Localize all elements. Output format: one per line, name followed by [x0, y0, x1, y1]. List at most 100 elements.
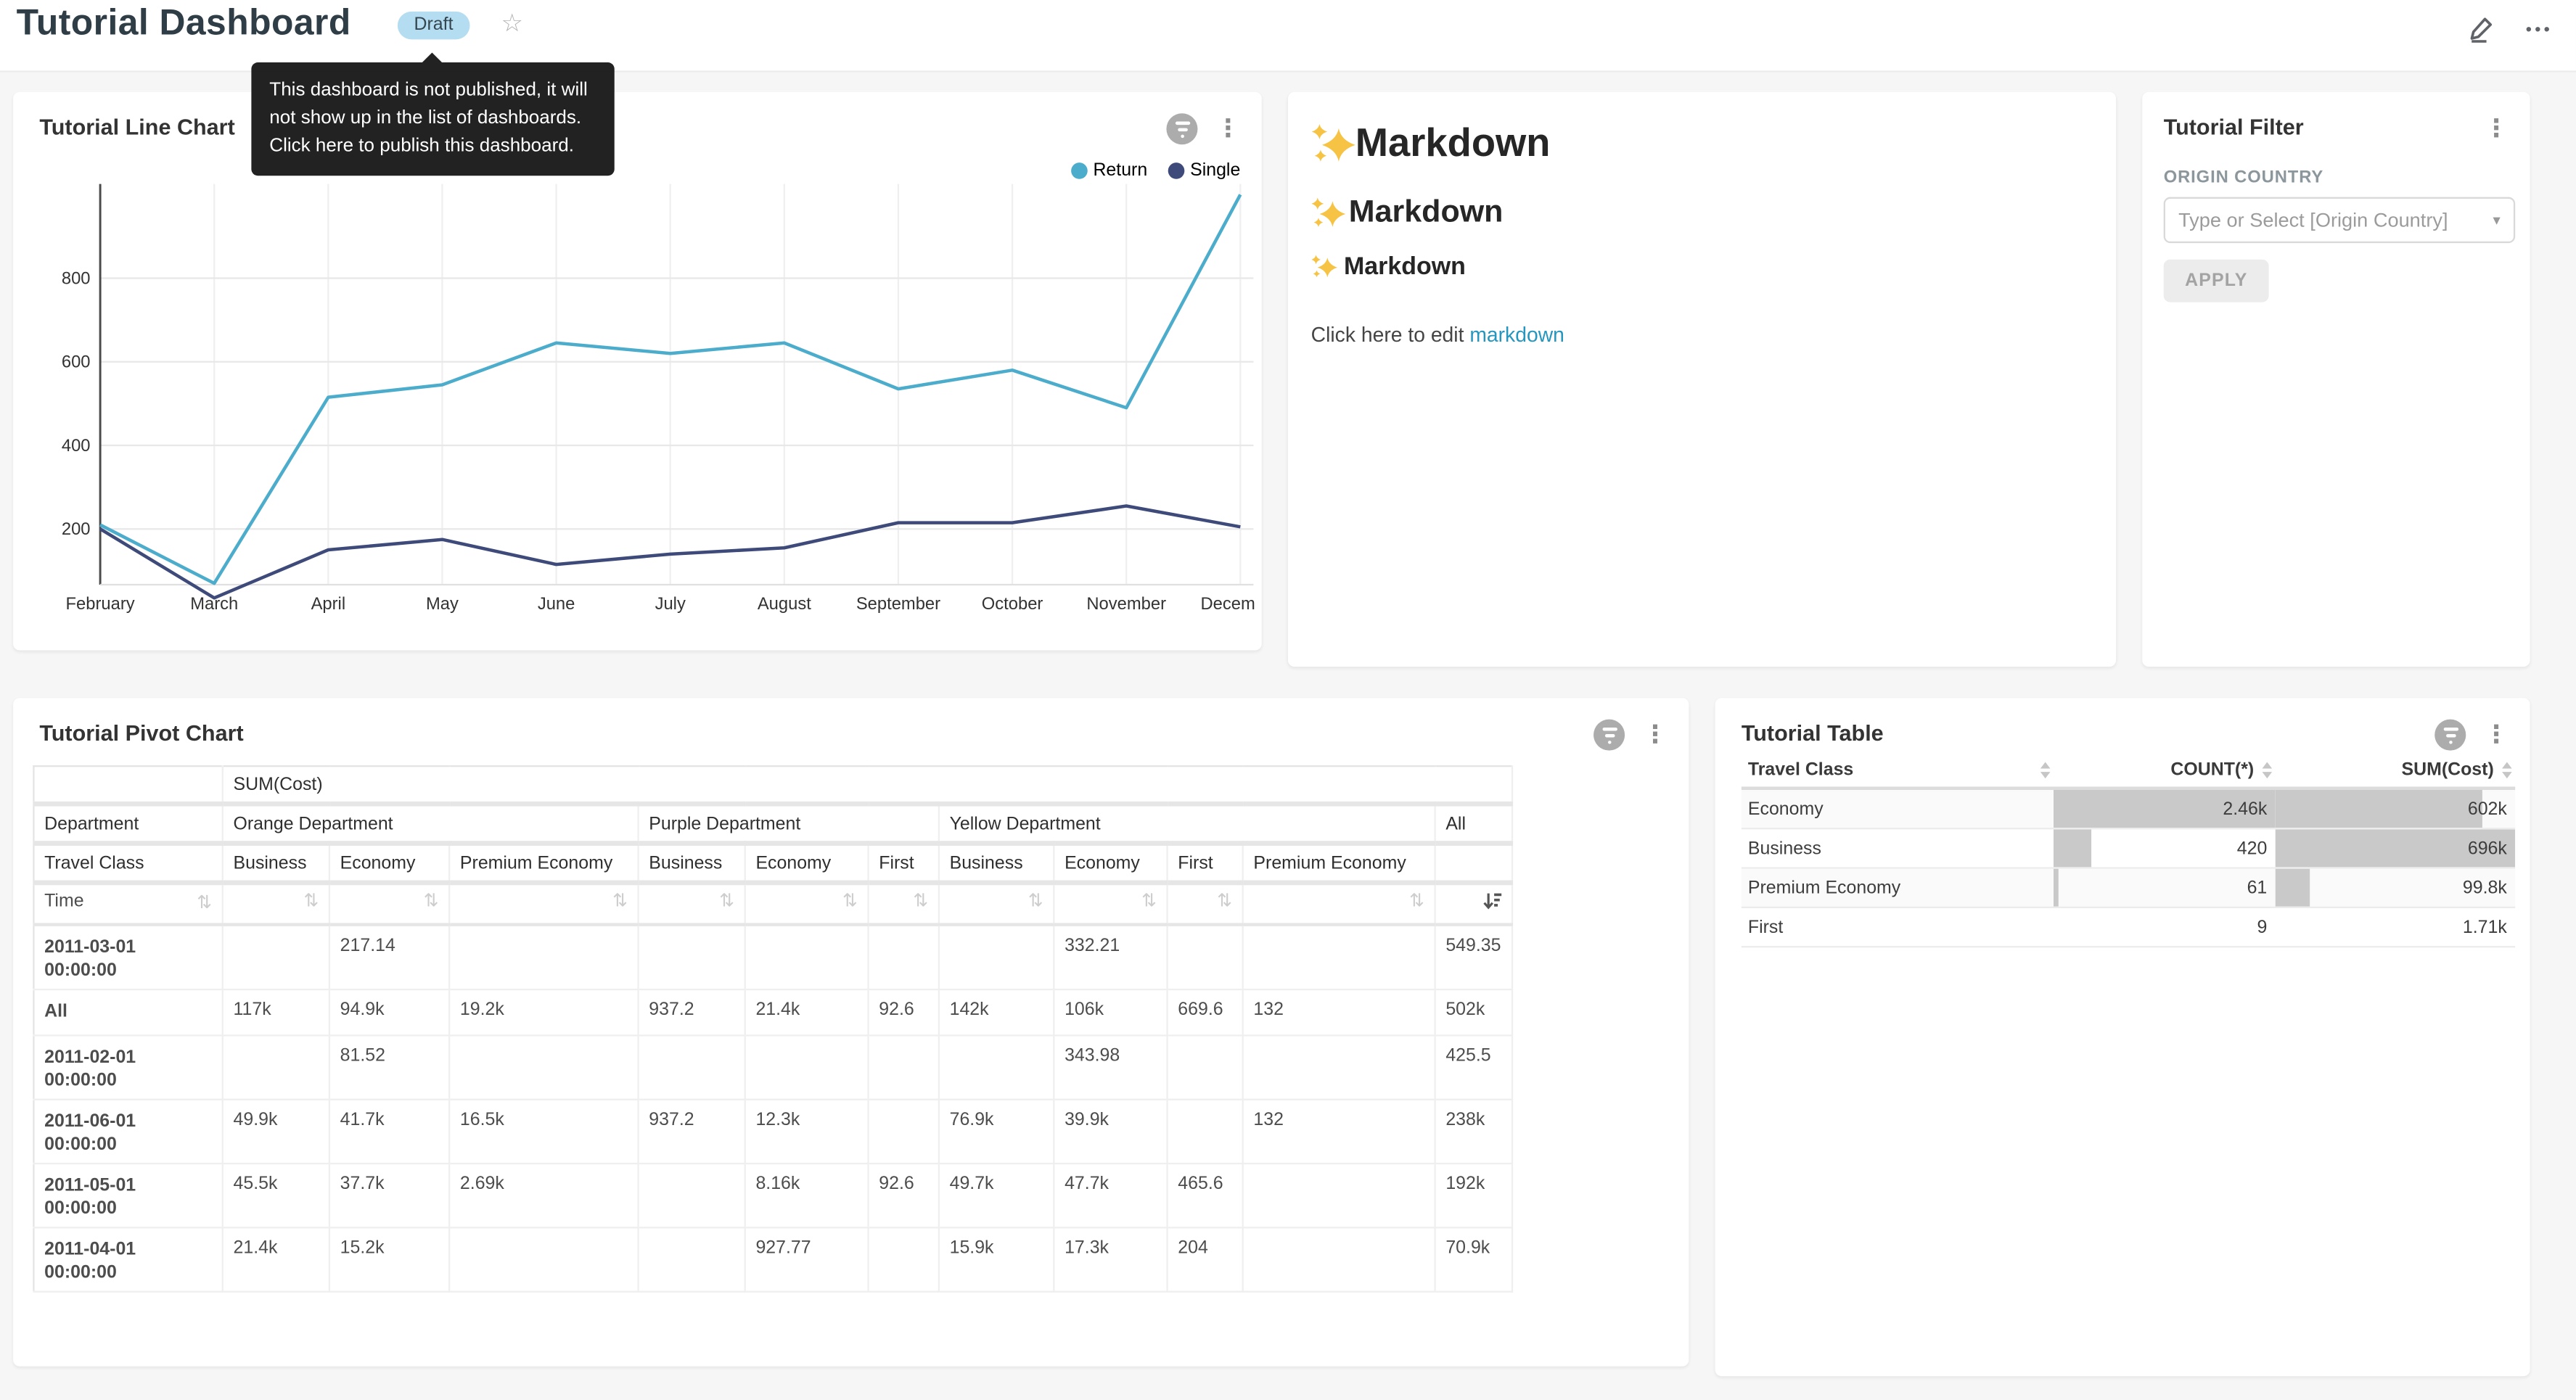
sort-caret-icon[interactable]: [2040, 762, 2051, 778]
line-chart-card-actions: [1166, 113, 1240, 144]
apply-button[interactable]: APPLY: [2164, 260, 2269, 302]
pivot-column-header: Economy: [1054, 844, 1167, 883]
sort-toggle-icon[interactable]: [612, 892, 628, 910]
value-bar: [2276, 790, 2483, 828]
chart-menu-icon[interactable]: [1643, 720, 1668, 751]
pivot-sort-cell: [1054, 883, 1167, 925]
pivot-table-grid: SUM(Cost)DepartmentOrange DepartmentPurp…: [33, 765, 1512, 1293]
chart-menu-icon[interactable]: [2484, 720, 2509, 751]
filter-card: Tutorial Filter ORIGIN COUNTRY Type or S…: [2142, 92, 2530, 667]
sort-toggle-icon[interactable]: [424, 892, 439, 910]
count-cell: 9: [2054, 908, 2276, 946]
origin-country-select[interactable]: Type or Select [Origin Country]: [2164, 197, 2515, 243]
pivot-value-cell: 39.9k: [1054, 1100, 1167, 1164]
more-menu-icon[interactable]: [2526, 7, 2553, 51]
column-header-travel-class[interactable]: Travel Class: [1742, 760, 2054, 780]
sort-descending-icon[interactable]: [1483, 892, 1501, 916]
pivot-sort-cell: [939, 883, 1054, 925]
pivot-card-actions: [1593, 720, 1668, 751]
origin-country-label: ORIGIN COUNTRY: [2164, 168, 2323, 187]
pivot-value-cell: [639, 1227, 745, 1291]
pivot-value-cell: 937.2: [639, 1100, 745, 1164]
y-axis-tick: 600: [62, 353, 91, 372]
table-row: Business420696k: [1742, 829, 2515, 868]
sort-toggle-icon[interactable]: [1217, 892, 1232, 910]
pivot-value-cell: 15.2k: [329, 1227, 449, 1291]
pivot-value-cell: 49.9k: [223, 1100, 329, 1164]
pivot-row-label: All: [33, 989, 222, 1035]
pivot-value-cell: 132: [1243, 989, 1435, 1035]
sort-toggle-icon[interactable]: [842, 892, 858, 910]
pivot-value-cell: [639, 1035, 745, 1099]
status-badge[interactable]: Draft: [398, 12, 469, 39]
pivot-value-cell: 502k: [1435, 989, 1512, 1035]
sort-toggle-icon[interactable]: [1409, 892, 1424, 910]
sort-toggle-icon[interactable]: [1141, 892, 1157, 910]
x-axis-label: November: [1086, 594, 1166, 614]
table-row: Premium Economy6199.8k: [1742, 869, 2515, 908]
pivot-value-cell: 927.77: [745, 1227, 869, 1291]
pivot-data-row: All117k94.9k19.2k937.221.4k92.6142k106k6…: [33, 989, 1511, 1035]
x-axis-label: April: [311, 594, 346, 614]
pivot-value-cell: 425.5: [1435, 1035, 1512, 1099]
sort-toggle-icon[interactable]: [303, 892, 319, 910]
pivot-row-label: 2011-04-01 00:00:00: [33, 1227, 222, 1291]
pivot-value-cell: 117k: [223, 989, 329, 1035]
pivot-value-cell: [1243, 1035, 1435, 1099]
pivot-column-header: Business: [639, 844, 745, 883]
table-header-row: Travel ClassCOUNT(*)SUM(Cost): [1742, 754, 2515, 790]
sort-toggle-icon[interactable]: [1028, 892, 1043, 910]
sort-toggle-icon[interactable]: [719, 892, 734, 910]
table-card-actions: [2435, 720, 2509, 751]
pivot-value-cell: 669.6: [1168, 989, 1243, 1035]
publish-tooltip[interactable]: This dashboard is not published, it will…: [251, 62, 614, 176]
filter-indicator-icon[interactable]: [1593, 720, 1625, 751]
pivot-table: SUM(Cost)DepartmentOrange DepartmentPurp…: [33, 765, 1512, 1293]
column-header-sum-cost[interactable]: SUM(Cost): [2276, 760, 2516, 780]
value-bar: [2054, 829, 2091, 867]
x-axis-label: August: [758, 594, 811, 614]
pivot-group-header: All: [1435, 804, 1512, 843]
filter-indicator-icon[interactable]: [2435, 720, 2466, 751]
pivot-row-label: 2011-02-01 00:00:00: [33, 1035, 222, 1099]
pivot-value-cell: [745, 1035, 869, 1099]
pivot-value-cell: 16.5k: [449, 1100, 638, 1164]
pivot-value-cell: [1168, 1100, 1243, 1164]
legend-dot: [1169, 162, 1186, 179]
column-header-count[interactable]: COUNT(*): [2054, 760, 2276, 780]
sort-caret-icon[interactable]: [2263, 762, 2273, 778]
sort-toggle-icon[interactable]: [197, 892, 212, 910]
markdown-paragraph: Click here to edit markdown: [1311, 324, 2093, 347]
pivot-column-header: Business: [223, 844, 329, 883]
pivot-column-header: [1435, 844, 1512, 883]
markdown-edit-link[interactable]: markdown: [1469, 324, 1564, 347]
travel-class-cell: Premium Economy: [1742, 869, 2054, 907]
pivot-data-row: 2011-04-01 00:00:0021.4k15.2k927.7715.9k…: [33, 1227, 1511, 1291]
filter-indicator-icon[interactable]: [1166, 113, 1197, 144]
chart-legend: Return Single: [1072, 161, 1240, 181]
edit-pencil-icon[interactable]: [2469, 15, 2496, 42]
pivot-row-dimension-label: Travel Class: [33, 844, 222, 883]
pivot-value-cell: 217.14: [329, 925, 449, 989]
pivot-value-cell: 21.4k: [223, 1227, 329, 1291]
pivot-value-cell: 343.98: [1054, 1035, 1167, 1099]
chart-menu-icon[interactable]: [1215, 113, 1240, 144]
sort-caret-icon[interactable]: [2502, 762, 2512, 778]
pivot-value-cell: 81.52: [329, 1035, 449, 1099]
filter-menu-icon[interactable]: [2484, 113, 2509, 144]
sort-toggle-icon[interactable]: [913, 892, 928, 910]
pivot-data-row: 2011-03-01 00:00:00217.14332.21549.35: [33, 925, 1511, 989]
header-actions: [2469, 7, 2554, 51]
favorite-star-icon[interactable]: ☆: [501, 8, 523, 38]
pivot-value-cell: [869, 1035, 939, 1099]
pivot-row-label: 2011-03-01 00:00:00: [33, 925, 222, 989]
pivot-column-header: Economy: [745, 844, 869, 883]
pivot-data-row: 2011-02-01 00:00:00 81.52 343.98 425.5: [33, 1035, 1511, 1099]
x-axis-label: September: [856, 594, 940, 614]
page-title: Tutorial Dashboard: [17, 1, 351, 44]
pivot-value-cell: [449, 1035, 638, 1099]
count-cell: 61: [2054, 869, 2276, 907]
legend-item-return[interactable]: Return: [1072, 161, 1147, 181]
legend-item-single[interactable]: Single: [1169, 161, 1241, 181]
pivot-value-cell: [869, 1227, 939, 1291]
